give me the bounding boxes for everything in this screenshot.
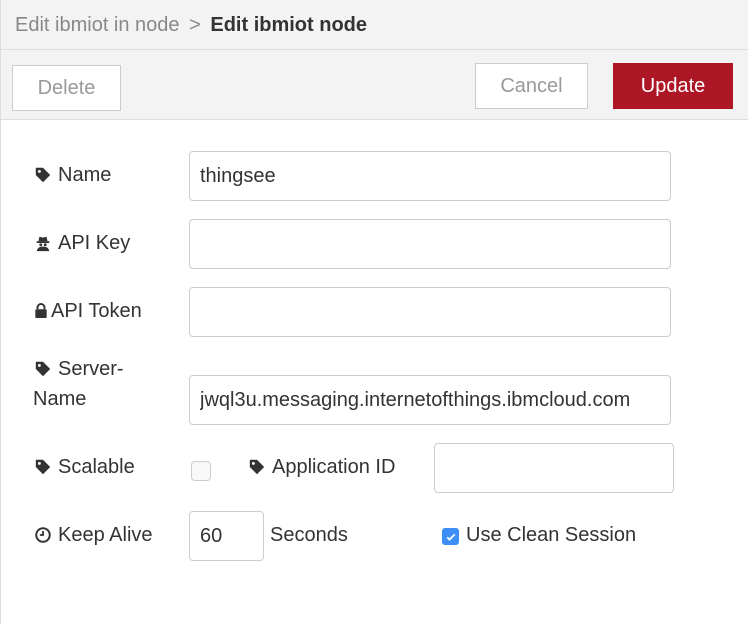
tag-icon xyxy=(33,457,53,477)
breadcrumb-parent[interactable]: Edit ibmiot in node xyxy=(15,14,180,36)
scalable-label-text: Scalable xyxy=(58,456,135,478)
checkmark-icon xyxy=(446,533,455,541)
tag-icon xyxy=(247,457,267,477)
clock-icon xyxy=(33,525,53,545)
application-id-label: Application ID xyxy=(247,454,395,480)
application-id-input[interactable] xyxy=(434,443,674,493)
server-name-label-line2: Name xyxy=(33,388,87,410)
scalable-label: Scalable xyxy=(33,454,135,480)
breadcrumb-current: Edit ibmiot node xyxy=(210,14,368,36)
api-key-label-text: API Key xyxy=(58,232,131,254)
cancel-button[interactable]: Cancel xyxy=(475,63,588,109)
tag-icon xyxy=(33,165,53,185)
api-key-label: API Key xyxy=(33,230,130,256)
server-name-label: Server- xyxy=(33,356,124,382)
update-button[interactable]: Update xyxy=(613,63,733,109)
server-name-label-line1: Server- xyxy=(58,358,124,380)
user-secret-icon xyxy=(33,233,53,253)
tag-icon xyxy=(33,359,53,379)
breadcrumb-separator: > xyxy=(189,14,201,36)
clean-session-checkbox[interactable] xyxy=(442,528,459,545)
delete-button[interactable]: Delete xyxy=(12,65,121,111)
name-input[interactable] xyxy=(189,151,671,201)
server-name-input[interactable] xyxy=(189,375,671,425)
keep-alive-label: Keep Alive xyxy=(33,522,153,548)
tray-toolbar: Delete Cancel Update xyxy=(1,50,748,120)
tray-header: Edit ibmiot in node > Edit ibmiot node xyxy=(1,0,748,50)
scalable-checkbox[interactable] xyxy=(191,461,211,481)
lock-icon xyxy=(33,301,48,321)
clean-session-label: Use Clean Session xyxy=(466,524,637,546)
keep-alive-unit: Seconds xyxy=(270,524,348,546)
api-key-input[interactable] xyxy=(189,219,671,269)
api-token-label-text: API Token xyxy=(51,300,142,322)
name-label-text: Name xyxy=(58,164,112,186)
edit-node-tray: Edit ibmiot in node > Edit ibmiot node D… xyxy=(0,0,748,624)
name-label: Name xyxy=(33,162,111,188)
keep-alive-label-text: Keep Alive xyxy=(58,524,153,546)
api-token-label: API Token xyxy=(33,298,142,324)
breadcrumb: Edit ibmiot in node > Edit ibmiot node xyxy=(15,12,367,38)
application-id-label-text: Application ID xyxy=(272,456,396,478)
api-token-input[interactable] xyxy=(189,287,671,337)
keep-alive-input[interactable] xyxy=(189,511,264,561)
